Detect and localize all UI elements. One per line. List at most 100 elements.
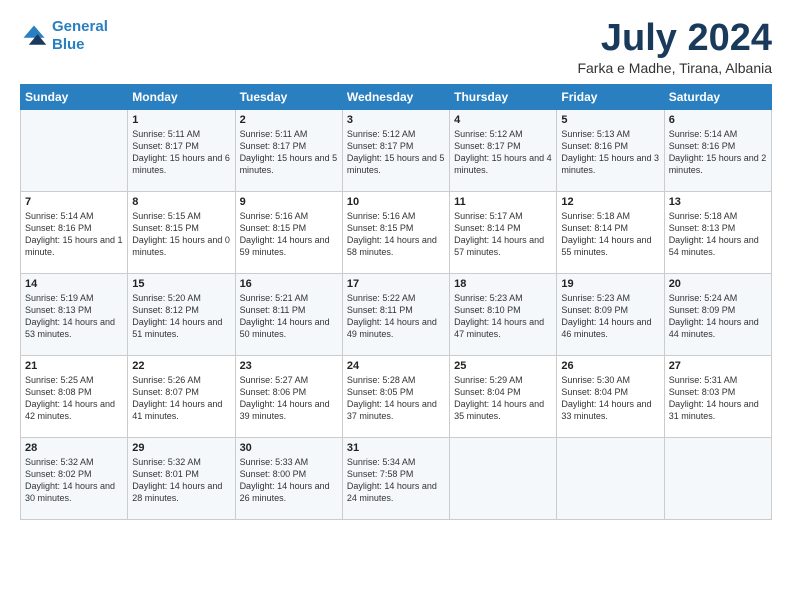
day-number: 17	[347, 278, 445, 290]
calendar-cell: 29 Sunrise: 5:32 AMSunset: 8:01 PMDayligh…	[128, 437, 235, 519]
cell-info: Sunrise: 5:12 AMSunset: 8:17 PMDaylight:…	[347, 128, 445, 177]
calendar-cell: 30 Sunrise: 5:33 AMSunset: 8:00 PMDayligh…	[235, 437, 342, 519]
cell-info: Sunrise: 5:31 AMSunset: 8:03 PMDaylight:…	[669, 374, 767, 423]
cell-info: Sunrise: 5:19 AMSunset: 8:13 PMDaylight:…	[25, 292, 123, 341]
calendar-cell: 22Sunrise: 5:26 AMSunset: 8:07 PMDayligh…	[128, 355, 235, 437]
subtitle: Farka e Madhe, Tirana, Albania	[577, 60, 772, 76]
cell-info: Sunrise: 5:25 AMSunset: 8:08 PMDaylight:…	[25, 374, 123, 423]
title-block: July 2024 Farka e Madhe, Tirana, Albania	[577, 18, 772, 76]
header-sunday: Sunday	[21, 84, 128, 109]
day-number: 3	[347, 114, 445, 126]
calendar-cell: 17 Sunrise: 5:22 AMSunset: 8:11 PMDayligh…	[342, 273, 449, 355]
day-number: 16	[240, 278, 338, 290]
calendar-cell: 18 Sunrise: 5:23 AMSunset: 8:10 PMDayligh…	[450, 273, 557, 355]
day-number: 2	[240, 114, 338, 126]
day-number: 28	[25, 442, 123, 454]
calendar-cell: 6 Sunrise: 5:14 AMSunset: 8:16 PMDaylight…	[664, 109, 771, 191]
day-number: 5	[561, 114, 659, 126]
page: General Blue July 2024 Farka e Madhe, Ti…	[0, 0, 792, 612]
calendar-cell: 15Sunrise: 5:20 AMSunset: 8:12 PMDayligh…	[128, 273, 235, 355]
logo: General Blue	[20, 18, 108, 54]
day-number: 31	[347, 442, 445, 454]
calendar-cell: 10 Sunrise: 5:16 AMSunset: 8:15 PMDayligh…	[342, 191, 449, 273]
day-number: 12	[561, 196, 659, 208]
cell-info: Sunrise: 5:13 AMSunset: 8:16 PMDaylight:…	[561, 128, 659, 177]
header-friday: Friday	[557, 84, 664, 109]
calendar-cell	[21, 109, 128, 191]
cell-info: Sunrise: 5:14 AMSunset: 8:16 PMDaylight:…	[669, 128, 767, 177]
day-number: 13	[669, 196, 767, 208]
calendar-week-0: 1 Sunrise: 5:11 AMSunset: 8:17 PMDaylight…	[21, 109, 772, 191]
day-number: 7	[25, 196, 123, 208]
calendar-week-3: 21 Sunrise: 5:25 AMSunset: 8:08 PMDayligh…	[21, 355, 772, 437]
header-thursday: Thursday	[450, 84, 557, 109]
day-number: 9	[240, 196, 338, 208]
header-wednesday: Wednesday	[342, 84, 449, 109]
calendar-cell: 16 Sunrise: 5:21 AMSunset: 8:11 PMDayligh…	[235, 273, 342, 355]
cell-info: Sunrise: 5:17 AMSunset: 8:14 PMDaylight:…	[454, 210, 552, 259]
calendar-cell: 19 Sunrise: 5:23 AMSunset: 8:09 PMDayligh…	[557, 273, 664, 355]
cell-info: Sunrise: 5:29 AMSunset: 8:04 PMDaylight:…	[454, 374, 552, 423]
calendar-cell: 12 Sunrise: 5:18 AMSunset: 8:14 PMDayligh…	[557, 191, 664, 273]
cell-info: Sunrise: 5:32 AMSunset: 8:01 PMDaylight:…	[132, 456, 230, 505]
calendar-cell: 23 Sunrise: 5:27 AMSunset: 8:06 PMDayligh…	[235, 355, 342, 437]
calendar-week-1: 7Sunrise: 5:14 AMSunset: 8:16 PMDaylight…	[21, 191, 772, 273]
calendar-cell: 13Sunrise: 5:18 AMSunset: 8:13 PMDayligh…	[664, 191, 771, 273]
day-number: 10	[347, 196, 445, 208]
cell-info: Sunrise: 5:18 AMSunset: 8:14 PMDaylight:…	[561, 210, 659, 259]
day-number: 14	[25, 278, 123, 290]
day-number: 18	[454, 278, 552, 290]
logo-line2: Blue	[52, 36, 85, 53]
logo-line1: General	[52, 18, 108, 35]
cell-info: Sunrise: 5:24 AMSunset: 8:09 PMDaylight:…	[669, 292, 767, 341]
calendar-cell: 4Sunrise: 5:12 AMSunset: 8:17 PMDaylight…	[450, 109, 557, 191]
day-number: 19	[561, 278, 659, 290]
calendar-cell: 9 Sunrise: 5:16 AMSunset: 8:15 PMDaylight…	[235, 191, 342, 273]
calendar-cell: 20 Sunrise: 5:24 AMSunset: 8:09 PMDayligh…	[664, 273, 771, 355]
cell-info: Sunrise: 5:16 AMSunset: 8:15 PMDaylight:…	[240, 210, 338, 259]
day-number: 29	[132, 442, 230, 454]
calendar-cell: 8Sunrise: 5:15 AMSunset: 8:15 PMDaylight…	[128, 191, 235, 273]
cell-info: Sunrise: 5:22 AMSunset: 8:11 PMDaylight:…	[347, 292, 445, 341]
cell-info: Sunrise: 5:30 AMSunset: 8:04 PMDaylight:…	[561, 374, 659, 423]
day-number: 30	[240, 442, 338, 454]
day-number: 1	[132, 114, 230, 126]
cell-info: Sunrise: 5:32 AMSunset: 8:02 PMDaylight:…	[25, 456, 123, 505]
calendar-cell: 28 Sunrise: 5:32 AMSunset: 8:02 PMDayligh…	[21, 437, 128, 519]
calendar-cell: 14 Sunrise: 5:19 AMSunset: 8:13 PMDayligh…	[21, 273, 128, 355]
day-number: 23	[240, 360, 338, 372]
calendar-cell	[664, 437, 771, 519]
logo-icon	[20, 22, 48, 50]
calendar-cell	[450, 437, 557, 519]
day-number: 11	[454, 196, 552, 208]
calendar-week-2: 14 Sunrise: 5:19 AMSunset: 8:13 PMDayligh…	[21, 273, 772, 355]
day-number: 27	[669, 360, 767, 372]
cell-info: Sunrise: 5:33 AMSunset: 8:00 PMDaylight:…	[240, 456, 338, 505]
cell-info: Sunrise: 5:28 AMSunset: 8:05 PMDaylight:…	[347, 374, 445, 423]
cell-info: Sunrise: 5:23 AMSunset: 8:09 PMDaylight:…	[561, 292, 659, 341]
cell-info: Sunrise: 5:27 AMSunset: 8:06 PMDaylight:…	[240, 374, 338, 423]
calendar-cell: 27 Sunrise: 5:31 AMSunset: 8:03 PMDayligh…	[664, 355, 771, 437]
calendar-cell: 26 Sunrise: 5:30 AMSunset: 8:04 PMDayligh…	[557, 355, 664, 437]
cell-info: Sunrise: 5:23 AMSunset: 8:10 PMDaylight:…	[454, 292, 552, 341]
cell-info: Sunrise: 5:16 AMSunset: 8:15 PMDaylight:…	[347, 210, 445, 259]
calendar-cell: 25Sunrise: 5:29 AMSunset: 8:04 PMDayligh…	[450, 355, 557, 437]
cell-info: Sunrise: 5:11 AMSunset: 8:17 PMDaylight:…	[132, 128, 230, 177]
calendar-cell: 31 Sunrise: 5:34 AMSunset: 7:58 PMDayligh…	[342, 437, 449, 519]
header-saturday: Saturday	[664, 84, 771, 109]
cell-info: Sunrise: 5:12 AMSunset: 8:17 PMDaylight:…	[454, 128, 552, 177]
calendar-cell: 21 Sunrise: 5:25 AMSunset: 8:08 PMDayligh…	[21, 355, 128, 437]
day-number: 26	[561, 360, 659, 372]
day-number: 6	[669, 114, 767, 126]
calendar-cell: 3 Sunrise: 5:12 AMSunset: 8:17 PMDaylight…	[342, 109, 449, 191]
calendar-cell: 11 Sunrise: 5:17 AMSunset: 8:14 PMDayligh…	[450, 191, 557, 273]
cell-info: Sunrise: 5:21 AMSunset: 8:11 PMDaylight:…	[240, 292, 338, 341]
day-number: 21	[25, 360, 123, 372]
calendar-cell: 7Sunrise: 5:14 AMSunset: 8:16 PMDaylight…	[21, 191, 128, 273]
calendar-cell: 5 Sunrise: 5:13 AMSunset: 8:16 PMDaylight…	[557, 109, 664, 191]
header-row: Sunday Monday Tuesday Wednesday Thursday…	[21, 84, 772, 109]
calendar-cell	[557, 437, 664, 519]
day-number: 20	[669, 278, 767, 290]
cell-info: Sunrise: 5:15 AMSunset: 8:15 PMDaylight:…	[132, 210, 230, 259]
cell-info: Sunrise: 5:34 AMSunset: 7:58 PMDaylight:…	[347, 456, 445, 505]
